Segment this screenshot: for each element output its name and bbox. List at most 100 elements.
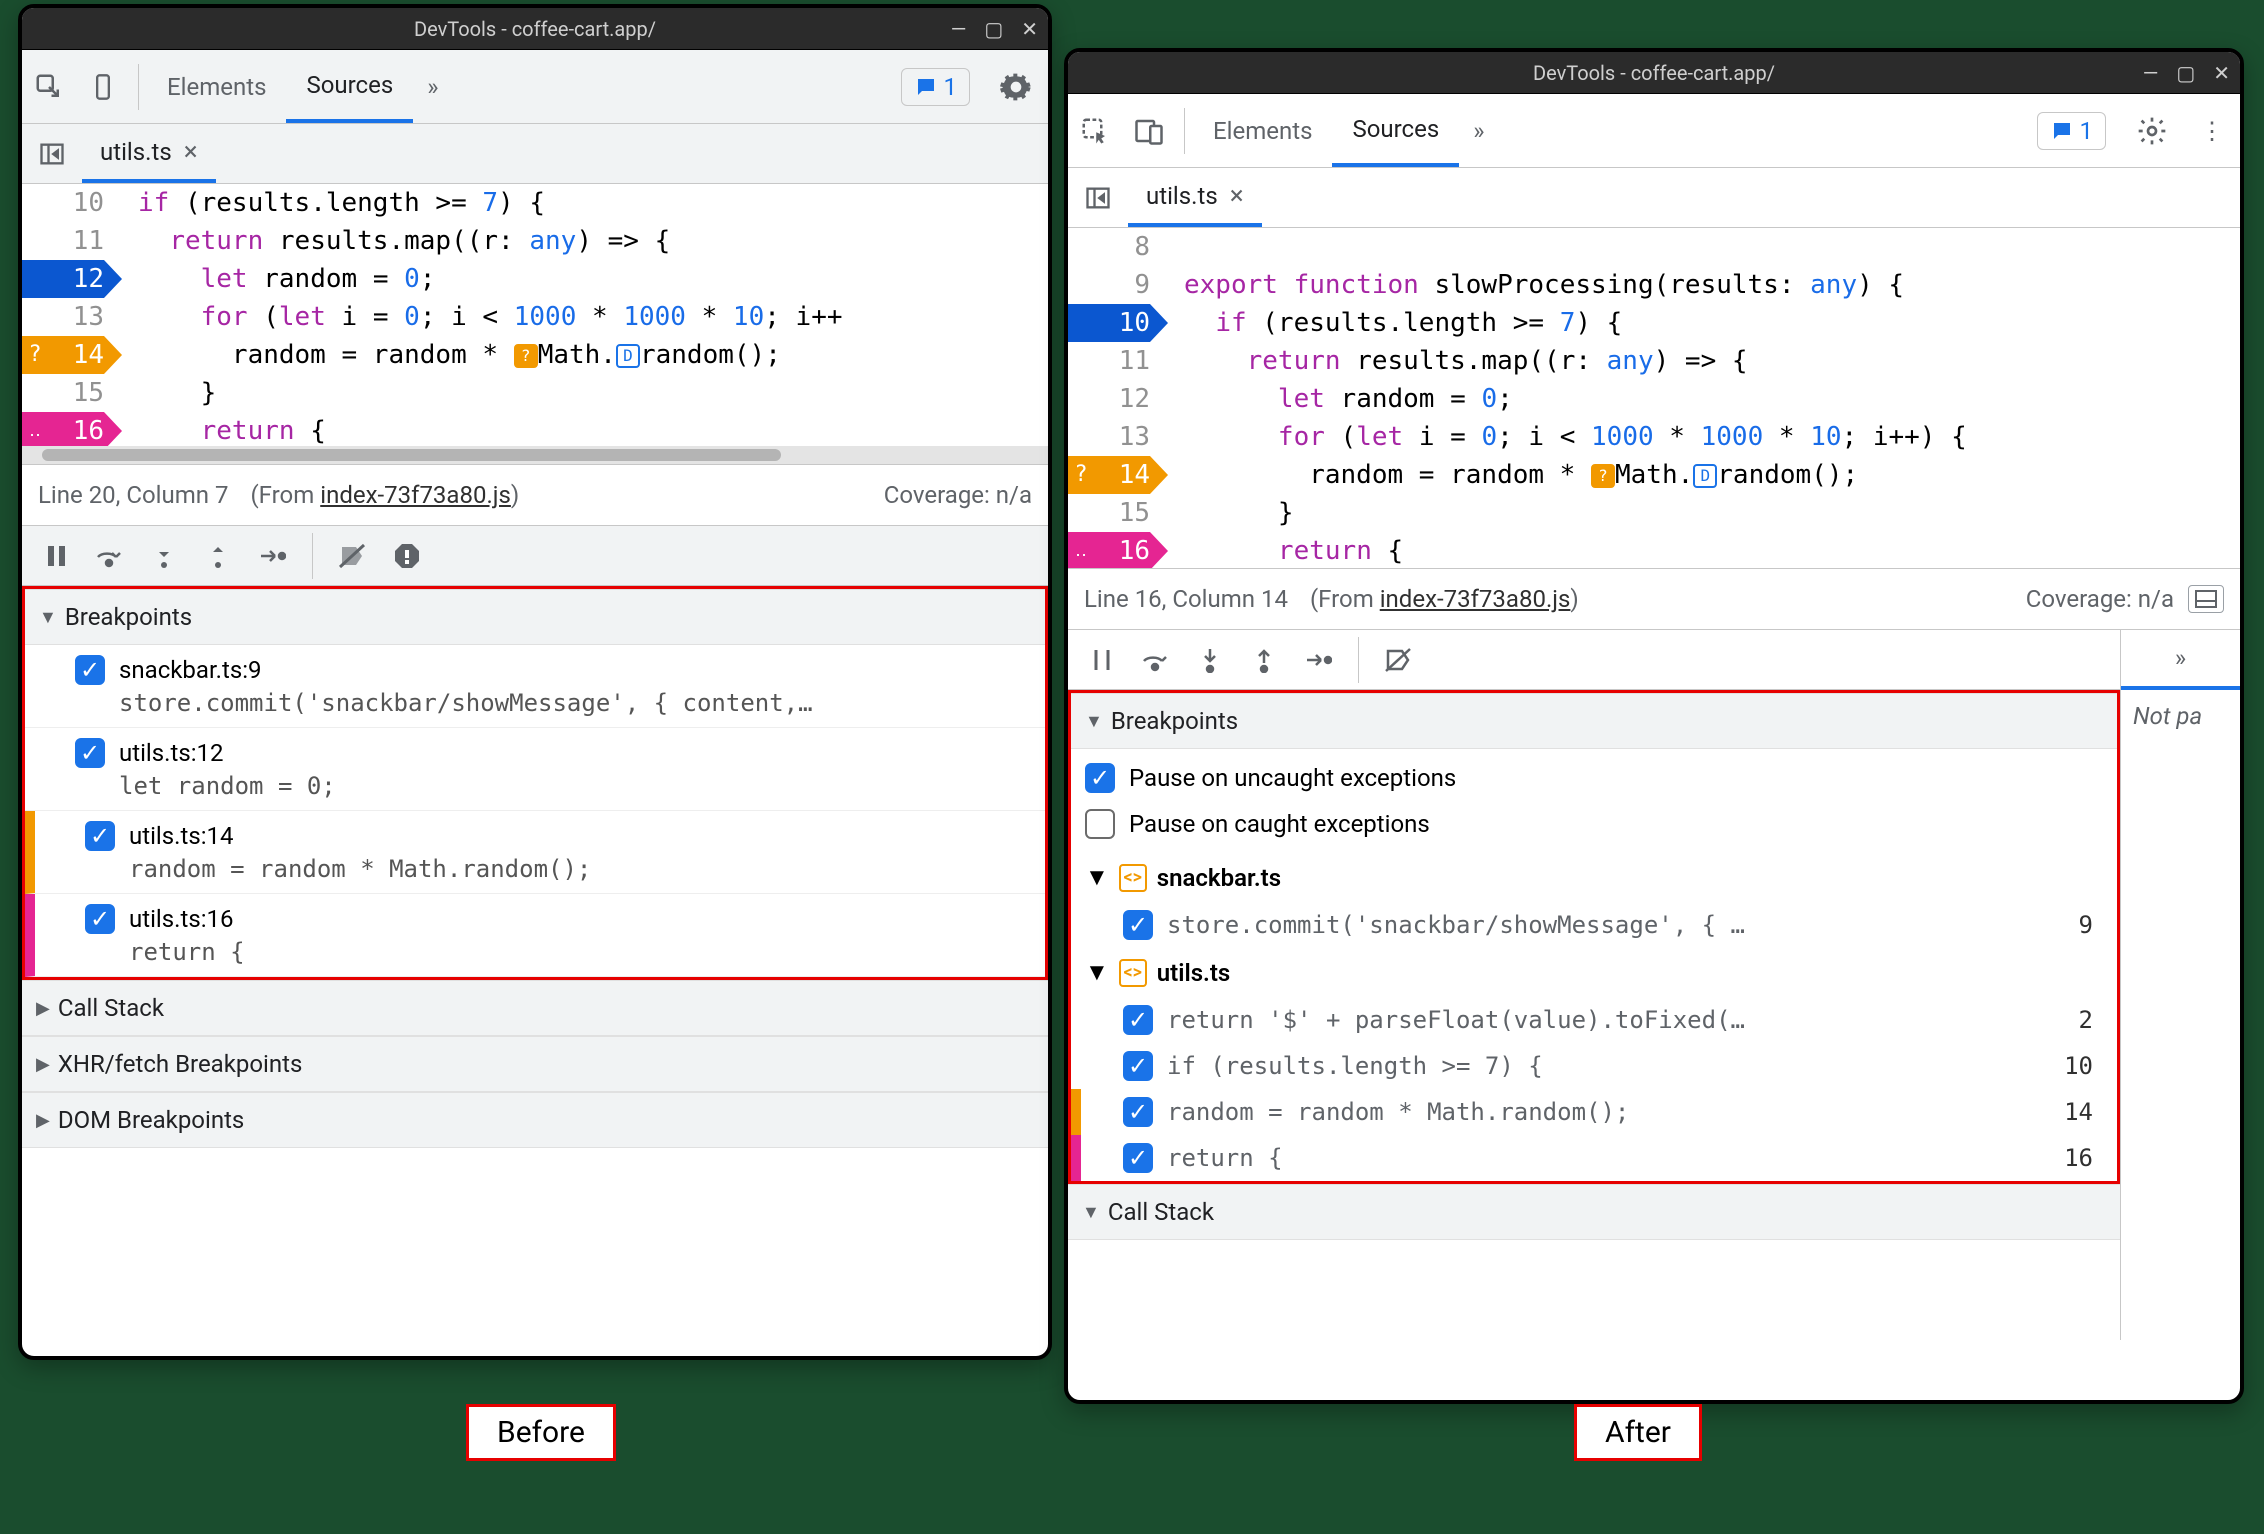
- more-tabs-icon[interactable]: »: [413, 73, 452, 101]
- pause-icon[interactable]: [34, 534, 78, 578]
- bp-group-header[interactable]: ▼<>utils.ts: [1071, 948, 2117, 997]
- navigator-toggle-icon[interactable]: [1068, 184, 1128, 212]
- sourcemap-link[interactable]: index-73f73a80.js: [320, 481, 511, 509]
- devtools-window-before: DevTools - coffee-cart.app/ — ▢ ✕ Elemen…: [18, 4, 1052, 1360]
- code-editor[interactable]: 10 11 12 13 14 ? 15 16 ‥ if (results.len…: [22, 184, 1048, 464]
- status-bar: Line 20, Column 7 (From index-73f73a80.j…: [22, 464, 1048, 526]
- breakpoint-item[interactable]: ✓utils.ts:16 return {: [25, 894, 1045, 977]
- label-before: Before: [466, 1404, 616, 1461]
- maximize-icon[interactable]: ▢: [984, 17, 1003, 41]
- breakpoint-item[interactable]: ✓random = random * Math.random();14: [1071, 1089, 2117, 1135]
- coverage-status: Coverage: n/a: [2026, 585, 2174, 613]
- callstack-header[interactable]: ▼Call Stack: [1068, 1184, 2120, 1240]
- tab-elements[interactable]: Elements: [147, 50, 286, 123]
- source-map-from: (From index-73f73a80.js): [1310, 585, 1579, 613]
- step-into-icon[interactable]: [142, 534, 186, 578]
- logpoint-flag[interactable]: ‥: [22, 412, 48, 450]
- bottom-drawer-icon[interactable]: [2188, 585, 2224, 613]
- bp-checkbox[interactable]: ✓: [1123, 910, 1153, 940]
- close-icon[interactable]: ×: [1230, 181, 1244, 211]
- devtools-window-after: DevTools - coffee-cart.app/ — ▢ ✕ Elemen…: [1064, 48, 2244, 1404]
- messages-button[interactable]: 1: [2037, 112, 2107, 150]
- bp-checkbox[interactable]: ✓: [1123, 1005, 1153, 1035]
- xhr-bp-header[interactable]: ▶XHR/fetch Breakpoints: [22, 1036, 1048, 1092]
- pause-exceptions-icon[interactable]: [385, 534, 429, 578]
- breakpoint-item[interactable]: ✓if (results.length >= 7) {10: [1071, 1043, 2117, 1089]
- step-out-icon[interactable]: [196, 534, 240, 578]
- breakpoints-pane: ▼Breakpoints ✓snackbar.ts:9 store.commit…: [22, 586, 1048, 980]
- close-window-icon[interactable]: ✕: [2213, 61, 2230, 85]
- breakpoints-header[interactable]: ▼Breakpoints: [1071, 693, 2117, 749]
- coverage-status: Coverage: n/a: [884, 481, 1032, 509]
- pause-icon[interactable]: [1080, 638, 1124, 682]
- pause-caught-row[interactable]: Pause on caught exceptions: [1085, 801, 2103, 847]
- close-window-icon[interactable]: ✕: [1021, 17, 1038, 41]
- more-panes-icon[interactable]: »: [2121, 630, 2240, 690]
- deactivate-bp-icon[interactable]: [331, 534, 375, 578]
- bp-checkbox[interactable]: ✓: [1123, 1097, 1153, 1127]
- file-icon: <>: [1119, 864, 1147, 892]
- conditional-bp-flag[interactable]: ?: [1068, 456, 1094, 494]
- step-into-icon[interactable]: [1188, 638, 1232, 682]
- step-icon[interactable]: [250, 534, 294, 578]
- dom-bp-header[interactable]: ▶DOM Breakpoints: [22, 1092, 1048, 1148]
- callstack-header[interactable]: ▶Call Stack: [22, 980, 1048, 1036]
- breakpoint-item[interactable]: ✓store.commit('snackbar/showMessage', { …: [1071, 902, 2117, 948]
- more-tabs-icon[interactable]: »: [1459, 117, 1498, 145]
- step-icon[interactable]: [1296, 638, 1340, 682]
- bp-checkbox[interactable]: ✓: [1123, 1143, 1153, 1173]
- deactivate-bp-icon[interactable]: [1377, 638, 1421, 682]
- file-tab-utils[interactable]: utils.ts ×: [82, 124, 216, 183]
- bp-group-header[interactable]: ▼<>snackbar.ts: [1071, 853, 2117, 902]
- bp-checkbox[interactable]: ✓: [75, 738, 105, 768]
- logpoint-flag[interactable]: ‥: [1068, 532, 1094, 568]
- step-over-icon[interactable]: [1134, 638, 1178, 682]
- debugger-toolbar: [22, 526, 1048, 586]
- bp-checkbox[interactable]: ✓: [85, 904, 115, 934]
- sourcemap-link[interactable]: index-73f73a80.js: [1380, 585, 1571, 613]
- main-toolbar: Elements Sources » 1: [22, 50, 1048, 124]
- tab-sources[interactable]: Sources: [286, 50, 413, 123]
- step-over-icon[interactable]: [88, 534, 132, 578]
- kebab-menu-icon[interactable]: ⋮: [2184, 117, 2240, 145]
- breakpoint-item[interactable]: ✓snackbar.ts:9 store.commit('snackbar/sh…: [25, 645, 1045, 728]
- conditional-bp-flag[interactable]: ?: [22, 336, 48, 374]
- titlebar: DevTools - coffee-cart.app/ — ▢ ✕: [22, 8, 1048, 50]
- inspect-icon[interactable]: [22, 72, 76, 102]
- file-tab-utils[interactable]: utils.ts ×: [1128, 168, 1262, 227]
- breakpoint-item[interactable]: ✓return '$' + parseFloat(value).toFixed(…: [1071, 997, 2117, 1043]
- breakpoints-pane: ▼Breakpoints ✓Pause on uncaught exceptio…: [1068, 690, 2120, 1184]
- horizontal-scrollbar[interactable]: [22, 446, 1048, 464]
- file-tabs: utils.ts ×: [22, 124, 1048, 184]
- debugger-toolbar: [1068, 630, 2120, 690]
- close-icon[interactable]: ×: [184, 137, 198, 167]
- step-out-icon[interactable]: [1242, 638, 1286, 682]
- messages-button[interactable]: 1: [901, 68, 971, 106]
- breakpoint-item[interactable]: ✓utils.ts:14 random = random * Math.rand…: [25, 811, 1045, 894]
- navigator-toggle-icon[interactable]: [22, 140, 82, 168]
- maximize-icon[interactable]: ▢: [2176, 61, 2195, 85]
- pause-uncaught-row[interactable]: ✓Pause on uncaught exceptions: [1085, 755, 2103, 801]
- code-content: export function slowProcessing(results: …: [1184, 228, 2240, 568]
- window-title: DevTools - coffee-cart.app/: [414, 17, 656, 41]
- breakpoints-header[interactable]: ▼Breakpoints: [25, 589, 1045, 645]
- checkbox[interactable]: ✓: [1085, 763, 1115, 793]
- checkbox[interactable]: [1085, 809, 1115, 839]
- status-bar: Line 16, Column 14 (From index-73f73a80.…: [1068, 568, 2240, 630]
- gear-icon[interactable]: [2120, 115, 2184, 147]
- gear-icon[interactable]: [984, 71, 1048, 103]
- bp-checkbox[interactable]: ✓: [1123, 1051, 1153, 1081]
- minimize-icon[interactable]: —: [951, 17, 967, 41]
- breakpoint-item[interactable]: ✓utils.ts:12 let random = 0;: [25, 728, 1045, 811]
- bp-checkbox[interactable]: ✓: [85, 821, 115, 851]
- device-icon[interactable]: [1122, 116, 1176, 146]
- minimize-icon[interactable]: —: [2143, 61, 2159, 85]
- code-editor[interactable]: 8 9 10 11 12 13 14 ? 15 16 ‥ export func…: [1068, 228, 2240, 568]
- tab-elements[interactable]: Elements: [1193, 94, 1332, 167]
- breakpoint-item[interactable]: ✓return {16: [1071, 1135, 2117, 1181]
- inspect-icon[interactable]: [1068, 116, 1122, 146]
- device-icon[interactable]: [76, 72, 130, 102]
- not-paused-label: Not pa: [2121, 690, 2240, 742]
- tab-sources[interactable]: Sources: [1332, 94, 1459, 167]
- bp-checkbox[interactable]: ✓: [75, 655, 105, 685]
